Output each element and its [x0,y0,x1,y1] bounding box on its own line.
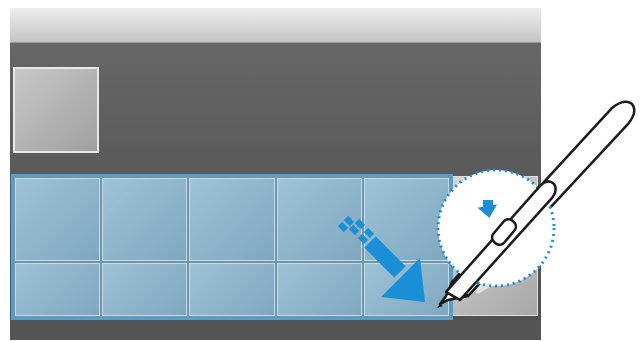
grid-cell[interactable] [276,263,362,316]
app-screen [10,8,541,340]
bottom-strip [10,320,541,340]
grid-cell[interactable] [363,263,449,316]
grid-cell[interactable] [15,263,101,316]
grid-cell[interactable] [189,178,275,261]
title-bar [10,8,541,43]
thumbnail-grid [15,178,449,316]
grid-cell[interactable] [102,178,188,261]
grid-cell[interactable] [15,178,101,261]
thumbnail-tile[interactable] [13,67,99,153]
grid-cell[interactable] [102,263,188,316]
grid-cell[interactable] [363,178,449,261]
thumbnail-tile-right[interactable] [450,176,538,316]
selection-area[interactable] [11,174,453,320]
grid-cell[interactable] [276,178,362,261]
grid-cell[interactable] [189,263,275,316]
